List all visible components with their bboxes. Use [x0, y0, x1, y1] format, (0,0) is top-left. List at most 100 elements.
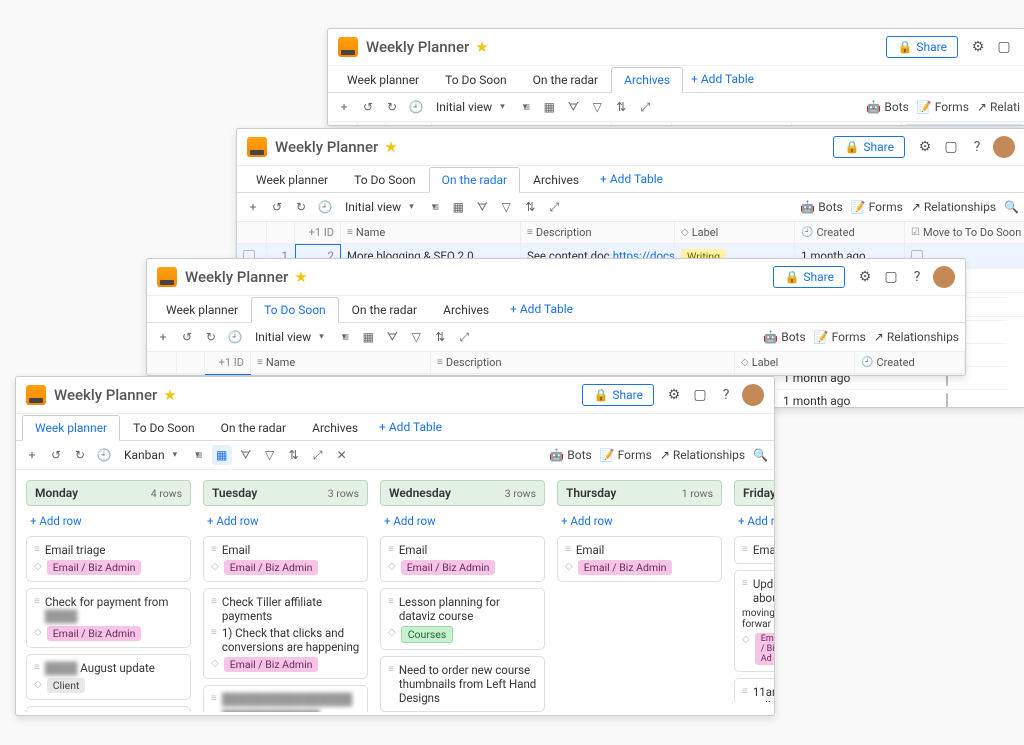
search-icon[interactable]: 🔍: [753, 448, 768, 462]
history-icon[interactable]: 🕘: [94, 445, 114, 465]
header: Weekly Planner ★ 🔒Share ⚙ ▢: [328, 29, 1024, 66]
col-archived[interactable]: 🕘Archived: [792, 122, 902, 126]
add-table-button[interactable]: +Add Table: [371, 415, 450, 439]
chat-icon[interactable]: ▢: [992, 35, 1016, 59]
group-icon[interactable]: ⇅: [284, 445, 304, 465]
app-logo-icon: [157, 267, 177, 287]
view-dropdown[interactable]: Initial view: [430, 98, 514, 116]
kanban-board: Monday4 rows + Add row ≡Email triage ◇Em…: [16, 470, 774, 712]
app-logo-icon: [247, 137, 267, 157]
share-button[interactable]: 🔒Share: [582, 384, 654, 406]
bots-button[interactable]: 🤖 Bots: [866, 100, 908, 114]
tab-archives[interactable]: Archives: [299, 415, 371, 440]
avatar[interactable]: [933, 266, 955, 288]
add-icon[interactable]: +: [334, 97, 354, 117]
help-icon[interactable]: ?: [905, 265, 929, 289]
tab-todo[interactable]: To Do Soon: [251, 297, 339, 323]
kanban-column-monday: Monday4 rows + Add row ≡Email triage ◇Em…: [26, 480, 191, 702]
history-icon[interactable]: 🕘: [406, 97, 426, 117]
col-label[interactable]: ◇Label: [672, 122, 792, 126]
help-icon[interactable]: ?: [965, 135, 989, 159]
chat-icon[interactable]: ▢: [688, 383, 712, 407]
expand-icon[interactable]: ⤢: [308, 445, 328, 465]
bots-button[interactable]: 🤖 Bots: [549, 448, 591, 462]
sort-icon[interactable]: ▽: [587, 97, 607, 117]
kanban-card[interactable]: ≡████ August update ◇Client: [26, 654, 191, 700]
group-icon[interactable]: ⇅: [611, 97, 631, 117]
bots-button[interactable]: 🤖 Bots: [800, 200, 842, 214]
tab-todo[interactable]: To Do Soon: [341, 167, 429, 192]
filter-icon[interactable]: ᗊ: [236, 445, 256, 465]
window-week-kanban: Weekly Planner ★ 🔒Share ⚙ ▢ ? Week plann…: [15, 376, 775, 716]
tab-week[interactable]: Week planner: [22, 415, 120, 441]
tab-archives[interactable]: Archives: [520, 167, 592, 192]
window-archives: Weekly Planner ★ 🔒Share ⚙ ▢ Week planner…: [327, 28, 1024, 126]
star-icon[interactable]: ★: [384, 138, 397, 156]
help-icon[interactable]: ?: [714, 383, 738, 407]
star-icon[interactable]: ★: [163, 386, 176, 404]
kanban-view-icon[interactable]: ▦: [539, 97, 559, 117]
add-table-button[interactable]: +Add Table: [683, 67, 762, 91]
avatar[interactable]: [742, 384, 764, 406]
tab-todo[interactable]: To Do Soon: [432, 67, 520, 92]
star-icon[interactable]: ★: [294, 268, 307, 286]
toolbar: + ↺ ↻ 🕘 Initial view▾ ≡▾ ▦ ᗊ ▽ ⇅ ⤢ 🤖 Bot…: [328, 93, 1024, 122]
add-row-button[interactable]: + Add row: [26, 512, 191, 530]
tabs: Week planner To Do Soon On the radar Arc…: [328, 66, 1024, 93]
col-name[interactable]: ≡Name: [432, 122, 612, 126]
expand-icon[interactable]: ⤢: [635, 97, 655, 117]
kanban-view-icon[interactable]: ▦: [212, 445, 232, 465]
app-logo-icon: [338, 37, 358, 57]
tab-radar[interactable]: On the radar: [339, 297, 430, 322]
tab-radar[interactable]: On the radar: [429, 167, 520, 193]
forms-button[interactable]: 📝 Forms: [600, 448, 652, 462]
tab-week[interactable]: Week planner: [243, 167, 341, 192]
tab-archives[interactable]: Archives: [430, 297, 502, 322]
window-todo: Weekly Planner ★ 🔒Share ⚙ ▢ ? Week plann…: [146, 258, 966, 376]
tab-week[interactable]: Week planner: [334, 67, 432, 92]
relationships-button[interactable]: ↗ Relati: [977, 100, 1020, 114]
kanban-card[interactable]: ≡Email triage ◇Email / Biz Admin: [26, 536, 191, 582]
col-id[interactable]: +1 ID: [386, 122, 432, 126]
gear-icon[interactable]: ⚙: [913, 135, 937, 159]
gear-icon[interactable]: ⚙: [853, 265, 877, 289]
undo-icon[interactable]: ↺: [46, 445, 66, 465]
tab-radar[interactable]: On the radar: [520, 67, 611, 92]
add-column-button[interactable]: + Add column: [904, 124, 1024, 126]
search-icon[interactable]: 🔍: [1004, 200, 1019, 214]
kanban-card[interactable]: ≡Promote measure summit on social ≡Copyh…: [26, 706, 191, 712]
kanban-column-friday: Friday + Add row ≡Email ≡Updates about m…: [734, 480, 774, 702]
share-button[interactable]: 🔒Share: [773, 266, 845, 288]
add-table-button[interactable]: +Add Table: [592, 167, 671, 191]
gear-icon[interactable]: ⚙: [966, 35, 990, 59]
sort-icon[interactable]: ▽: [260, 445, 280, 465]
tab-todo[interactable]: To Do Soon: [120, 415, 208, 440]
add-icon[interactable]: +: [22, 445, 42, 465]
tab-archives[interactable]: Archives: [611, 67, 683, 93]
chat-icon[interactable]: ▢: [879, 265, 903, 289]
drag-handle-icon[interactable]: ≡: [34, 543, 40, 557]
star-icon[interactable]: ★: [475, 38, 488, 56]
chat-icon[interactable]: ▢: [939, 135, 963, 159]
close-icon[interactable]: ✕: [332, 445, 352, 465]
add-table-button[interactable]: +Add Table: [502, 297, 581, 321]
forms-button[interactable]: 📝 Forms: [917, 100, 969, 114]
kanban-card[interactable]: ≡Check for payment from ████ ◇Email / Bi…: [26, 588, 191, 648]
avatar[interactable]: [993, 136, 1015, 158]
view-dropdown[interactable]: Kanban: [118, 446, 187, 464]
tab-week[interactable]: Week planner: [153, 297, 251, 322]
redo-icon[interactable]: ↻: [70, 445, 90, 465]
relationships-button[interactable]: ↗ Relationships: [660, 448, 745, 462]
relationships-button[interactable]: ↗ Relationships: [911, 200, 996, 214]
undo-icon[interactable]: ↺: [358, 97, 378, 117]
kanban-column-thursday: Thursday1 rows + Add row ≡Email ◇Email /…: [557, 480, 722, 702]
share-button[interactable]: 🔒Share: [886, 36, 958, 58]
share-button[interactable]: 🔒Share: [833, 136, 905, 158]
filter-icon[interactable]: ᗊ: [563, 97, 583, 117]
forms-button[interactable]: 📝 Forms: [851, 200, 903, 214]
tab-radar[interactable]: On the radar: [208, 415, 299, 440]
gear-icon[interactable]: ⚙: [662, 383, 686, 407]
col-desc[interactable]: ≡Description: [612, 122, 672, 126]
redo-icon[interactable]: ↻: [382, 97, 402, 117]
kanban-column-wednesday: Wednesday3 rows + Add row ≡Email ◇Email …: [380, 480, 545, 702]
